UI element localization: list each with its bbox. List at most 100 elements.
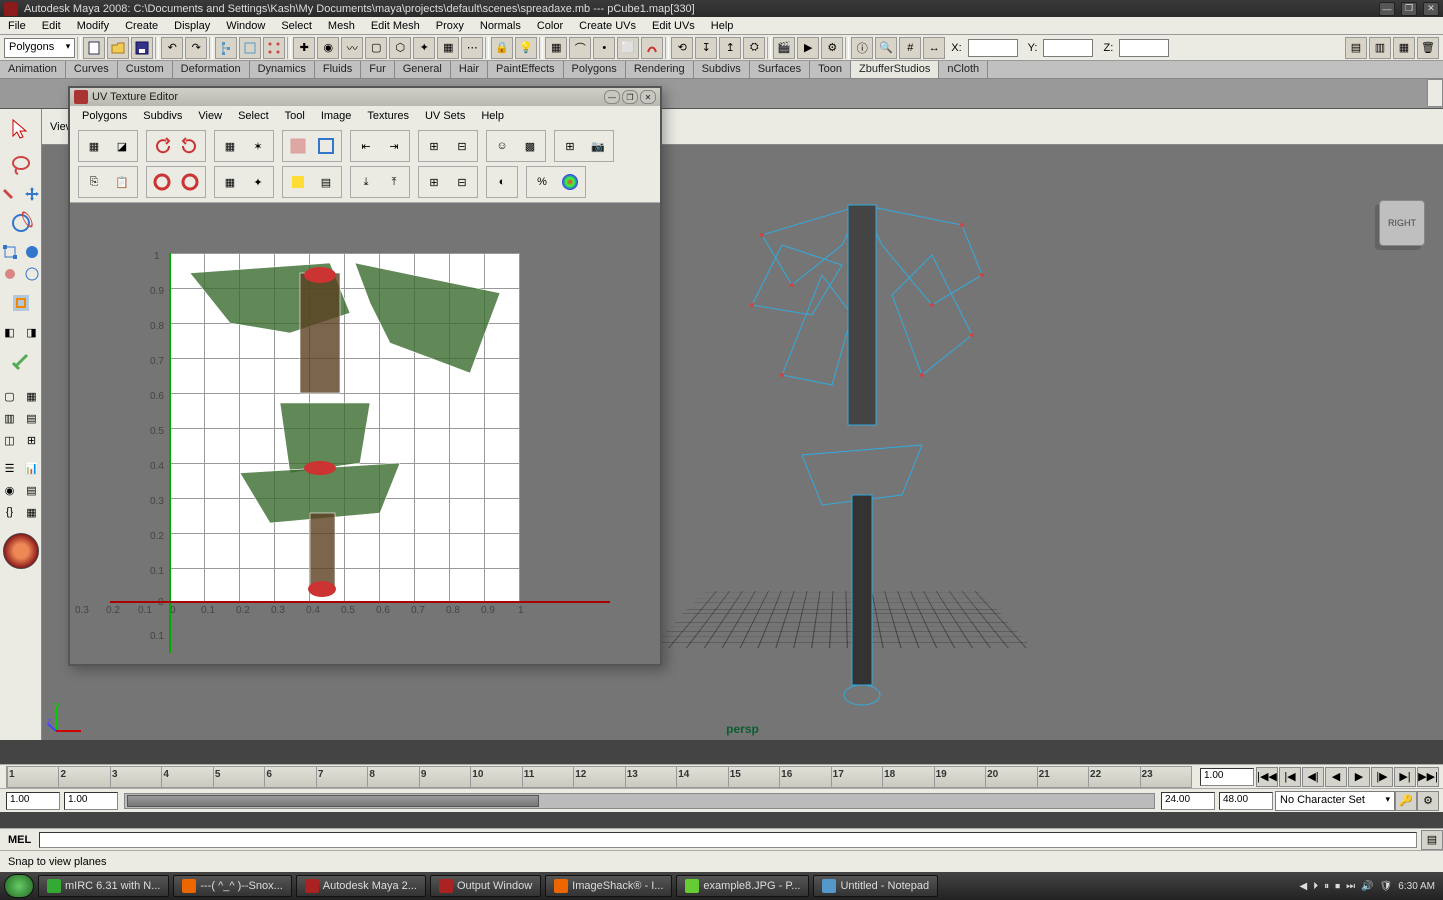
history-out-icon[interactable]: ↥	[719, 37, 741, 59]
universal-manip-icon[interactable]	[22, 242, 42, 262]
uv-menu-help[interactable]: Help	[473, 110, 512, 122]
construction-history-icon[interactable]: ⛭	[743, 37, 765, 59]
shelf-tab-zbufferstudios[interactable]: ZbufferStudios	[851, 61, 939, 78]
menu-normals[interactable]: Normals	[472, 20, 529, 32]
uv-unfold-icon[interactable]: ✦	[244, 168, 272, 196]
uv-select-border-icon[interactable]	[312, 132, 340, 160]
anim-end-field[interactable]: 48.00	[1219, 792, 1273, 810]
shelf-tab-ncloth[interactable]: nCloth	[939, 61, 988, 78]
two-pane-h-icon[interactable]: ▥	[0, 408, 20, 428]
current-frame-field[interactable]: 1.00	[1200, 768, 1254, 786]
shelf-tab-animation[interactable]: Animation	[0, 61, 66, 78]
uv-grid-a-icon[interactable]: ⊞	[420, 132, 448, 160]
select-component-icon[interactable]	[263, 37, 285, 59]
snap-live-icon[interactable]	[641, 37, 663, 59]
uv-menu-view[interactable]: View	[190, 110, 230, 122]
uv-select-shell-icon[interactable]	[284, 132, 312, 160]
uv-align-top-icon[interactable]: ⤒	[380, 168, 408, 196]
menu-edit[interactable]: Edit	[34, 20, 69, 32]
anim-start-field[interactable]: 1.00	[6, 792, 60, 810]
shelf-tab-subdivs[interactable]: Subdivs	[694, 61, 750, 78]
mask-surface-icon[interactable]: ▢	[365, 37, 387, 59]
uv-cut-icon[interactable]: ▤	[312, 168, 340, 196]
history-in-icon[interactable]: ↧	[695, 37, 717, 59]
taskbar-item[interactable]: Output Window	[430, 875, 541, 897]
lock-selection-icon[interactable]: 🔒	[491, 37, 513, 59]
uv-lattice-icon[interactable]: ▦	[216, 132, 244, 160]
show-manip-icon[interactable]	[22, 264, 42, 284]
taskbar-item[interactable]: ---( ^_^ )--Snox...	[173, 875, 291, 897]
command-input[interactable]	[39, 832, 1417, 848]
tray-icon[interactable]: ⏹	[1335, 881, 1340, 892]
next-key-button[interactable]: ▶|	[1394, 767, 1416, 787]
uv-face-icon[interactable]: ☺	[488, 132, 516, 160]
shelf-tab-deformation[interactable]: Deformation	[173, 61, 250, 78]
coord-z-input[interactable]	[1119, 39, 1169, 57]
minimize-button[interactable]: —	[1379, 2, 1395, 16]
goto-end-button[interactable]: ▶▶|	[1417, 767, 1439, 787]
shelf-tab-rendering[interactable]: Rendering	[626, 61, 694, 78]
new-scene-icon[interactable]	[83, 37, 105, 59]
redo-icon[interactable]: ↷	[185, 37, 207, 59]
uv-copy-icon[interactable]: ⎘	[80, 168, 108, 196]
tray-icon[interactable]: ◀	[1299, 881, 1307, 892]
auto-key-button[interactable]: 🔑	[1395, 791, 1417, 811]
two-pane-v-icon[interactable]: ▤	[22, 408, 42, 428]
uv-align-left-icon[interactable]: ⇤	[352, 132, 380, 160]
play-end-field[interactable]: 24.00	[1161, 792, 1215, 810]
last-tool-icon[interactable]	[2, 286, 40, 320]
tray-clock[interactable]: 6:30 AM	[1398, 881, 1435, 892]
uv-flip-u-icon[interactable]: ▦	[80, 132, 108, 160]
range-bar[interactable]	[127, 795, 539, 807]
show-attribute-editor-icon[interactable]: ▤	[1345, 37, 1367, 59]
uv-rotate-ccw-icon[interactable]	[148, 132, 176, 160]
undo-icon[interactable]: ↶	[161, 37, 183, 59]
uv-align-right-icon[interactable]: ⇥	[380, 132, 408, 160]
hypershade-icon[interactable]: ◉	[0, 480, 20, 500]
three-pane-icon[interactable]: ◫	[0, 430, 20, 450]
rotate-tool-icon[interactable]	[2, 206, 40, 240]
tray-icon[interactable]: ⏵	[1313, 881, 1318, 892]
menu-createuvs[interactable]: Create UVs	[571, 20, 644, 32]
uv-rotate-cw-icon[interactable]	[176, 132, 204, 160]
show-channel-box-icon[interactable]: ▦	[1393, 37, 1415, 59]
uv-smudge-icon[interactable]: ✶	[244, 132, 272, 160]
numeric-input-icon[interactable]: #	[899, 37, 921, 59]
inputbox-mode-icon[interactable]: ⓘ	[851, 37, 873, 59]
menu-mesh[interactable]: Mesh	[320, 20, 363, 32]
taskbar-item[interactable]: Autodesk Maya 2...	[296, 875, 426, 897]
taskbar-item[interactable]: mIRC 6.31 with N...	[38, 875, 169, 897]
uv-relax-icon[interactable]	[284, 168, 312, 196]
step-back-button[interactable]: ◀|	[1302, 767, 1324, 787]
shelf-tab-polygons[interactable]: Polygons	[564, 61, 626, 78]
shelf-tab-curves[interactable]: Curves	[66, 61, 118, 78]
menu-window[interactable]: Window	[218, 20, 273, 32]
uv-canvas[interactable]: 1 0.9 0.8 0.7 0.6 0.5 0.4 0.3 0.2 0.1 0 …	[70, 203, 660, 664]
uv-checker-icon[interactable]: ▩	[516, 132, 544, 160]
ipr-render-icon[interactable]: ▶	[797, 37, 819, 59]
uv-shade-icon[interactable]: ◐	[488, 168, 516, 196]
uv-snapshot-icon[interactable]: 📷	[584, 132, 612, 160]
shelf-tab-surfaces[interactable]: Surfaces	[750, 61, 810, 78]
time-ticks[interactable]: 123456789101112131415161718192021222324	[6, 766, 1192, 788]
system-tray[interactable]: ◀ ⏵ ⏸ ⏹ ⏭ 🔊 🛡 6:30 AM	[1299, 881, 1439, 892]
uv-menu-tool[interactable]: Tool	[277, 110, 313, 122]
sidebar-toggle[interactable]	[1427, 79, 1443, 107]
menu-select[interactable]: Select	[273, 20, 320, 32]
taskbar-item[interactable]: ImageShack® - I...	[545, 875, 672, 897]
menu-display[interactable]: Display	[166, 20, 218, 32]
open-scene-icon[interactable]	[107, 37, 129, 59]
tray-icon[interactable]: ⏭	[1346, 881, 1355, 892]
script-lang-label[interactable]: MEL	[0, 834, 39, 846]
range-track[interactable]	[124, 793, 1155, 809]
start-button[interactable]	[4, 874, 34, 898]
script-editor-icon[interactable]: {}	[0, 502, 20, 522]
uv-menu-select[interactable]: Select	[230, 110, 277, 122]
menu-editmesh[interactable]: Edit Mesh	[363, 20, 428, 32]
uv-split-icon[interactable]: ⊞	[556, 132, 584, 160]
uv-cycle-u-icon[interactable]	[148, 168, 176, 196]
soft-mod-tool-icon[interactable]	[0, 264, 20, 284]
mask-deform-icon[interactable]: ⬡	[389, 37, 411, 59]
snap-plane-icon[interactable]: ⬜	[617, 37, 639, 59]
uv-grid-b-icon[interactable]: ⊟	[448, 132, 476, 160]
